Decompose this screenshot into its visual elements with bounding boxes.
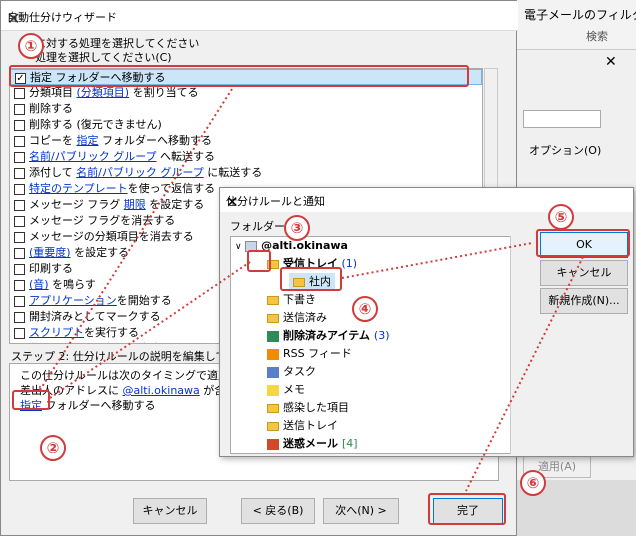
arrow-5-6 xyxy=(465,256,584,492)
arrow-2-3 xyxy=(49,261,251,399)
annotation-1: ① xyxy=(18,33,44,59)
annotation-6: ⑥ xyxy=(520,470,546,496)
annotation-3: ③ xyxy=(284,215,310,241)
annotation-4: ④ xyxy=(352,296,378,322)
annotation-arrows xyxy=(39,88,584,492)
annotation-2: ② xyxy=(40,435,66,461)
annotation-5: ⑤ xyxy=(548,204,574,230)
arrow-4-5 xyxy=(341,242,533,279)
arrow-1-2 xyxy=(39,88,233,391)
